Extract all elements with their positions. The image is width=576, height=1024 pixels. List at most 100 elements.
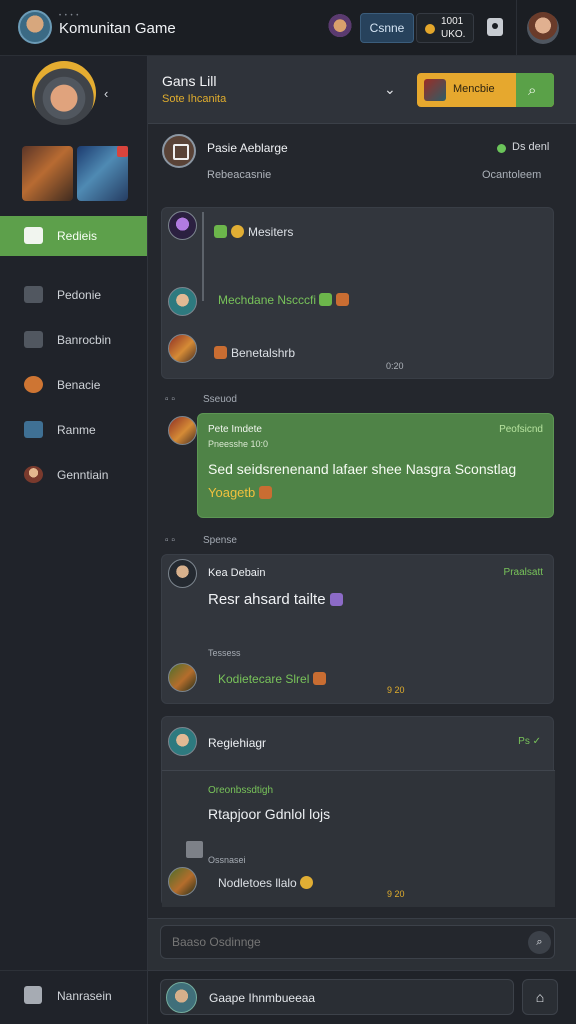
sidebar: ‹ Redieis Pedonie Banrocbin Benacie Ranm… (0, 56, 148, 1024)
star-icon (300, 876, 314, 889)
home-icon (24, 227, 43, 244)
embedded-label: Oreonbssdtigh (208, 785, 274, 796)
separator-marker: ▫ ▫ (165, 535, 175, 546)
profile-avatar-icon[interactable] (527, 12, 559, 44)
avatar[interactable] (168, 867, 197, 896)
search-area: ⌕ (148, 918, 576, 970)
message-card: Kea Debain Praalsatt Resr ahsard tailte … (161, 554, 554, 704)
date-separator: ▫ ▫ Spense (165, 535, 237, 546)
sidebar-item-ranme[interactable]: Ranme (0, 408, 147, 453)
message-body: Sed seidsrenenand lafaer shee Nasgra Sco… (208, 461, 517, 477)
controller-icon (24, 421, 43, 438)
game-action-label: Mencbie (453, 83, 495, 95)
message-time: 9 20 (387, 889, 405, 899)
embedded-meta: Ossnasei (208, 855, 246, 865)
separator-marker: ▫ ▫ (165, 394, 175, 405)
game-thumbnail-icon[interactable] (22, 146, 73, 201)
search-submit-button[interactable]: ⌕ (528, 931, 551, 954)
collapse-icon[interactable]: ‹ (104, 86, 108, 101)
online-status-icon (497, 144, 506, 153)
avatar[interactable] (168, 663, 197, 692)
item-icon (214, 346, 227, 359)
highlighted-message: Pete Imdete Pneesshe 10:0 Peofsicnd Sed … (197, 413, 554, 518)
embedded-line: Nodletoes llalo (218, 876, 317, 890)
game-action-button[interactable]: Mencbie ⌕ (417, 73, 554, 107)
message-tag: Peofsicnd (499, 424, 543, 435)
sidebar-item-label: Redieis (57, 229, 98, 243)
avatar[interactable] (168, 416, 197, 445)
search-icon: ⌕ (528, 82, 537, 99)
character-icon[interactable] (326, 13, 354, 41)
chat-header: Gans Lill Sote Ihcanita ⌄ Mencbie ⌕ (148, 56, 576, 124)
date-label: Spense (203, 535, 237, 546)
currency-display[interactable]: 1001 UKO. (416, 13, 474, 43)
chat-panel: Gans Lill Sote Ihcanita ⌄ Mencbie ⌕ Pasi… (148, 56, 576, 1024)
bag-icon[interactable] (487, 18, 503, 36)
settings-icon (24, 986, 42, 1004)
image-icon[interactable] (186, 841, 203, 858)
search-button[interactable]: ⌕ (516, 73, 554, 107)
coin-icon (425, 24, 435, 34)
message-meta: Tessess (208, 648, 241, 658)
item-icon (312, 672, 326, 685)
thread-line (202, 212, 204, 301)
coin-count: 1001 (441, 16, 464, 27)
fire-icon (258, 486, 272, 499)
message-tag: Ps ✓ (518, 736, 541, 747)
sidebar-item-label: Banrocbin (57, 333, 112, 347)
message-text: Benetalshrb (231, 346, 296, 360)
avatar[interactable] (168, 287, 197, 316)
pinned-header[interactable]: Pasie Aeblarge Rebeacasnie Ds denl Ocant… (162, 134, 562, 194)
fire-icon (24, 376, 43, 393)
message-text: Mechdane Nscccfi (218, 293, 317, 307)
chat-title: Gans Lill (162, 73, 217, 89)
search-input[interactable] (160, 925, 555, 959)
app-title: Komunitan Game (59, 20, 176, 37)
message-composer[interactable]: Gaape Ihnmbueeaa (160, 979, 514, 1015)
message-meta: Pneesshe 10:0 (208, 439, 269, 449)
message-time: 9 20 (387, 685, 405, 695)
user-avatar-icon[interactable] (32, 61, 96, 125)
author-name: Pete Imdete (208, 424, 262, 435)
message-card: Regiehiagr Ps ✓ Oreonbssdtigh Rtapjoor G… (161, 716, 555, 907)
sidebar-item-pedonie[interactable]: Pedonie (0, 273, 147, 318)
message-body-secondary: Yoagetb (208, 485, 276, 500)
avatar[interactable] (168, 559, 197, 588)
sword-icon (214, 225, 227, 238)
brand-decoration: • • • • (59, 13, 80, 19)
embedded-text: Nodletoes llalo (218, 876, 297, 890)
composer-text: Gaape Ihnmbueeaa (209, 991, 316, 1005)
tag-text: Ps (518, 736, 530, 747)
chevron-down-icon[interactable]: ⌄ (384, 81, 396, 98)
message-secondary-text: Yoagetb (208, 485, 256, 500)
mode-button[interactable]: Csnne (360, 13, 414, 43)
edit-icon (24, 286, 43, 303)
avatar[interactable] (168, 727, 197, 756)
date-separator: ▫ ▫ Sseuod (165, 394, 237, 405)
sidebar-footer-label: Nanrasein (57, 989, 112, 1003)
author-name: Regiehiagr (208, 736, 267, 750)
sidebar-item-label: Ranme (57, 423, 96, 437)
notification-badge (117, 146, 128, 157)
feather-icon (329, 593, 343, 606)
message-line: Mechdane Nscccfi (218, 293, 353, 307)
flag-icon (336, 293, 350, 306)
sidebar-footer[interactable]: Nanrasein (0, 970, 147, 1024)
smile-icon (231, 225, 244, 238)
date-label: Sseuod (203, 394, 237, 405)
sidebar-item-genntiain[interactable]: Genntiain (0, 453, 147, 498)
app-avatar-icon[interactable] (18, 10, 52, 44)
avatar[interactable] (168, 334, 197, 363)
message-time: 0:20 (386, 361, 404, 371)
avatar[interactable] (168, 211, 197, 240)
send-icon[interactable]: ⌂ (522, 979, 558, 1015)
status-text: Ocantoleem (482, 169, 542, 181)
sidebar-item-label: Genntiain (57, 468, 109, 482)
sidebar-item-home[interactable]: Redieis (0, 216, 147, 256)
message-line: Benetalshrb (214, 346, 295, 360)
sidebar-item-banrocbin[interactable]: Banrocbin (0, 318, 147, 363)
user-face-icon (24, 466, 43, 483)
sidebar-item-benacie[interactable]: Benacie (0, 363, 147, 408)
divider (516, 0, 517, 56)
currency-label: UKO. (441, 29, 466, 40)
